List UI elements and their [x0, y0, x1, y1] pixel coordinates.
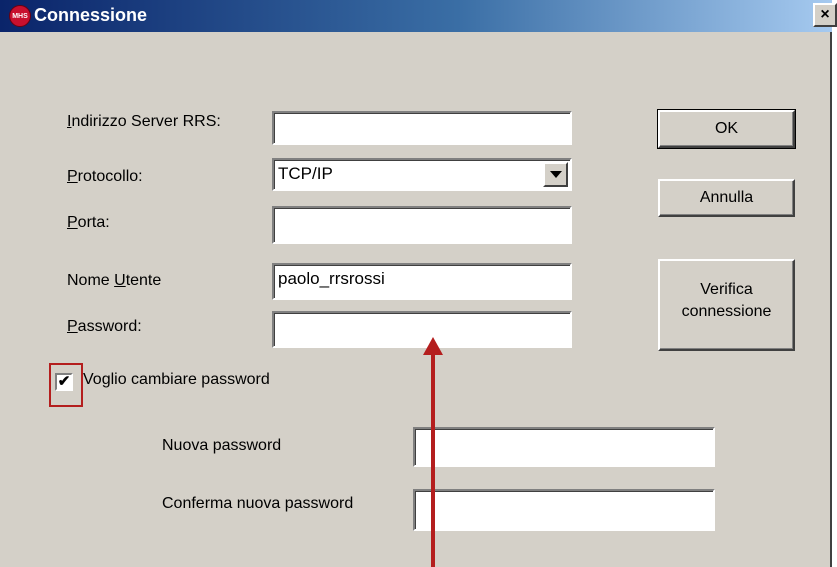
change-password-label[interactable]: Voglio cambiare password — [83, 371, 270, 389]
protocol-select[interactable]: TCP/IP — [272, 158, 572, 191]
server-input[interactable] — [272, 111, 572, 145]
ok-button[interactable]: OK — [657, 109, 796, 149]
password-input[interactable] — [272, 311, 572, 348]
cancel-button[interactable]: Annulla — [658, 179, 795, 217]
verify-label-line2: connessione — [681, 303, 772, 320]
username-input[interactable]: paolo_rrsrossi — [272, 263, 572, 300]
verify-label-line1: Verifica — [700, 281, 753, 298]
port-input[interactable] — [272, 206, 572, 244]
chevron-down-icon[interactable] — [543, 162, 568, 187]
window-title: Connessione — [34, 5, 148, 25]
checkbox-highlight-box — [49, 363, 83, 407]
connection-dialog: MHS Connessione × Indirizzo Server RRS: … — [0, 0, 837, 567]
password-label: Password: — [67, 318, 142, 335]
confirm-password-label: Conferma nuova password — [162, 495, 354, 512]
server-label: Indirizzo Server RRS: — [67, 113, 221, 130]
new-password-input[interactable] — [413, 427, 715, 467]
verify-connection-button[interactable]: Verifica connessione — [658, 259, 795, 351]
title-bar[interactable]: MHS Connessione — [0, 0, 832, 32]
close-button[interactable]: × — [813, 3, 837, 27]
protocol-label: Protocollo: — [67, 168, 143, 185]
username-label: Nome Utente — [67, 272, 162, 289]
app-icon: MHS — [9, 5, 31, 27]
annotation-arrow — [431, 352, 435, 567]
protocol-value: TCP/IP — [278, 164, 333, 183]
port-label: Porta: — [67, 214, 110, 231]
new-password-label: Nuova password — [162, 437, 282, 454]
confirm-password-input[interactable] — [413, 489, 715, 531]
